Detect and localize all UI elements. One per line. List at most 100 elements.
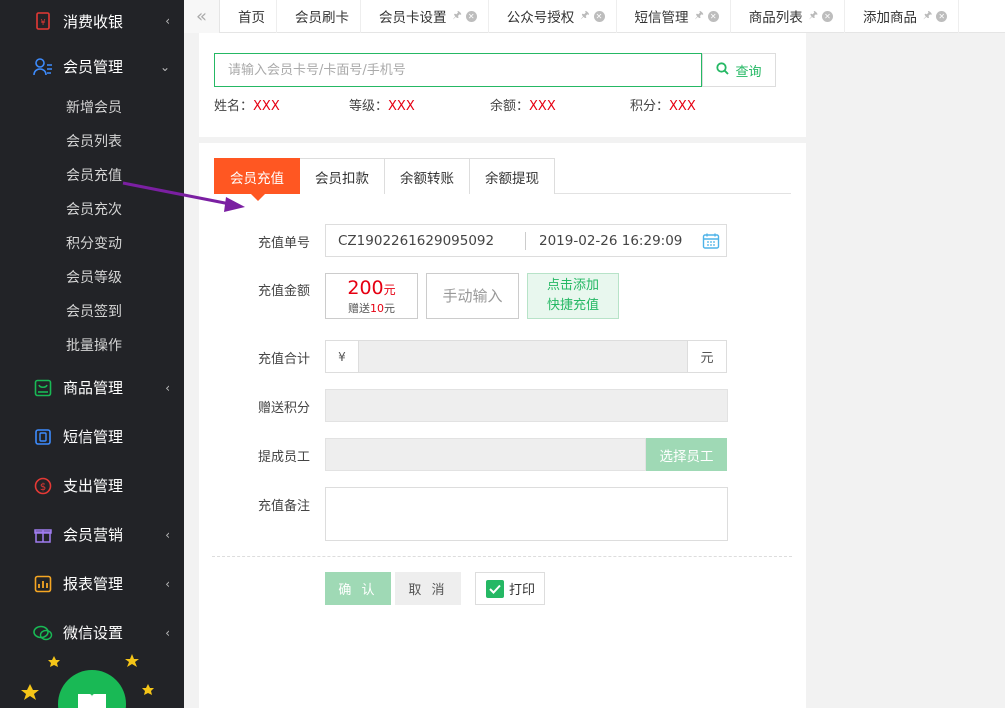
- sidebar-group-expense[interactable]: $ 支出管理: [0, 461, 184, 510]
- sidebar-group-label: 短信管理: [63, 428, 124, 446]
- pin-icon[interactable]: 🖈: [580, 8, 589, 25]
- total-unit: 元: [687, 341, 726, 372]
- gift-points-label: 赠送积分: [258, 401, 311, 416]
- tab-member-recharge[interactable]: 会员充值: [214, 158, 300, 201]
- total-label: 充值合计: [258, 352, 311, 367]
- tab-label: 首页: [238, 10, 265, 26]
- svg-text:¥: ¥: [40, 18, 45, 27]
- name-value: XXX: [253, 99, 280, 114]
- pin-icon[interactable]: 🖈: [809, 8, 818, 25]
- close-icon[interactable]: ✕: [465, 10, 477, 22]
- close-icon[interactable]: ✕: [936, 10, 948, 22]
- print-label: 打印: [509, 583, 536, 598]
- tab-bar: « 首页 会员刷卡 会员卡设置 🖈 ✕ 公众号授权 🖈 ✕ 短信管理 🖈 ✕ 商品列表 🖈 ✕ …: [184, 0, 1005, 33]
- sidebar-group-goods[interactable]: 商品管理 ‹: [0, 363, 184, 412]
- member-balance-info: 余额：XXX: [490, 95, 556, 114]
- points-label: 积分：: [630, 99, 670, 114]
- sidebar-item-member-checkin[interactable]: 会员签到: [0, 295, 184, 329]
- balance-label: 余额：: [490, 99, 530, 114]
- gift-icon: [33, 525, 53, 545]
- order-no-field: CZ1902261629095092 2019-02-26 16:29:09: [325, 224, 727, 257]
- confirm-button[interactable]: 确 认: [325, 572, 391, 605]
- tab-label: 公众号授权: [506, 10, 575, 26]
- total-field: ¥ 元: [325, 340, 727, 373]
- total-amount-input: [359, 341, 687, 372]
- sidebar-group-member[interactable]: 会员管理 ⌄: [0, 42, 184, 91]
- sidebar-group-marketing[interactable]: 会员营销 ‹: [0, 510, 184, 559]
- goods-icon: [33, 378, 53, 398]
- sidebar-item-batch-ops[interactable]: 批量操作: [0, 329, 184, 363]
- tab-official-account-auth[interactable]: 公众号授权 🖈 ✕: [489, 0, 617, 33]
- sidebar-item-points-change[interactable]: 积分变动: [0, 227, 184, 261]
- order-datetime-value[interactable]: 2019-02-26 16:29:09: [526, 233, 682, 249]
- tab-add-goods[interactable]: 添加商品 🖈 ✕: [845, 0, 960, 33]
- sidebar-group-label: 消费收银: [63, 12, 124, 31]
- gift-points-input: [325, 389, 728, 422]
- tab-member-deduct[interactable]: 会员扣款: [299, 158, 385, 194]
- sidebar-group-cashier[interactable]: ¥ 消费收银 ‹: [0, 0, 184, 42]
- tab-label: 会员刷卡: [295, 10, 349, 26]
- sidebar-group-sms[interactable]: 短信管理: [0, 412, 184, 461]
- points-value: XXX: [669, 99, 696, 114]
- member-search-input[interactable]: [215, 54, 701, 86]
- level-value: XXX: [388, 99, 415, 114]
- staff-label: 提成员工: [258, 450, 311, 465]
- cashier-icon: ¥: [33, 11, 53, 31]
- search-button[interactable]: 查询: [702, 53, 776, 87]
- sidebar-group-label: 会员管理: [63, 58, 124, 76]
- tab-label: 商品列表: [748, 10, 803, 26]
- chevron-left-icon: ‹: [165, 625, 170, 640]
- tab-balance-withdraw[interactable]: 余额提现: [469, 158, 555, 194]
- print-checkbox[interactable]: 打印: [475, 572, 545, 605]
- tab-goods-list[interactable]: 商品列表 🖈 ✕: [731, 0, 845, 33]
- balance-value: XXX: [529, 99, 556, 114]
- gift-amount: 10: [370, 302, 384, 315]
- sidebar-group-report[interactable]: 报表管理 ‹: [0, 559, 184, 608]
- wechat-icon: [33, 623, 53, 643]
- checkmark-icon: [486, 579, 504, 598]
- select-staff-button[interactable]: 选择员工: [646, 438, 727, 471]
- close-icon[interactable]: ✕: [707, 10, 719, 22]
- sidebar-item-add-member[interactable]: 新增会员: [0, 91, 184, 125]
- chevron-down-icon: ⌄: [159, 59, 170, 74]
- pin-icon[interactable]: 🖈: [695, 8, 704, 25]
- remark-textarea[interactable]: [325, 487, 728, 541]
- level-label: 等级：: [349, 99, 389, 114]
- tab-home[interactable]: 首页: [220, 0, 277, 33]
- tab-member-card-swipe[interactable]: 会员刷卡: [277, 0, 361, 33]
- sidebar-group-label: 微信设置: [63, 624, 124, 642]
- tab-label: 会员卡设置: [379, 10, 447, 26]
- sidebar: ¥ 消费收银 ‹ 会员管理 ⌄ 新增会员 会员列表 会员充值 会员充次 积分变动…: [0, 0, 184, 708]
- sms-icon: [33, 427, 53, 447]
- calendar-icon[interactable]: [702, 232, 720, 250]
- pin-icon[interactable]: 🖈: [923, 8, 932, 25]
- order-no-value: CZ1902261629095092: [326, 231, 526, 250]
- close-icon[interactable]: ✕: [593, 10, 605, 22]
- sidebar-item-member-recharge[interactable]: 会员充值: [0, 159, 184, 193]
- member-search-panel: 查询 姓名：XXX 等级：XXX 余额：XXX 积分：XXX: [199, 33, 806, 137]
- member-points-info: 积分：XXX: [630, 95, 696, 114]
- sidebar-item-member-list[interactable]: 会员列表: [0, 125, 184, 159]
- cancel-button[interactable]: 取 消: [395, 572, 461, 605]
- order-no-label: 充值单号: [258, 236, 311, 251]
- tab-scroll-left-button[interactable]: «: [184, 0, 220, 33]
- tab-sms-management[interactable]: 短信管理 🖈 ✕: [617, 0, 731, 33]
- member-icon: [33, 57, 53, 77]
- tab-member-card-settings[interactable]: 会员卡设置 🖈 ✕: [361, 0, 489, 33]
- sidebar-group-label: 商品管理: [63, 379, 124, 397]
- preset-amount-unit: 元: [383, 283, 396, 297]
- manual-input-button[interactable]: 手动输入: [426, 273, 519, 319]
- close-icon[interactable]: ✕: [822, 10, 833, 22]
- add-quick-recharge-button[interactable]: 点击添加 快捷充值: [527, 273, 619, 319]
- svg-text:$: $: [40, 482, 46, 493]
- tab-balance-transfer[interactable]: 余额转账: [384, 158, 470, 194]
- expense-icon: $: [33, 476, 53, 496]
- gift-prefix: 赠送: [348, 302, 370, 315]
- preset-amount-button[interactable]: 200元 赠送10元: [325, 273, 418, 319]
- sidebar-item-member-level[interactable]: 会员等级: [0, 261, 184, 295]
- pin-icon[interactable]: 🖈: [453, 8, 462, 25]
- sidebar-item-member-times[interactable]: 会员充次: [0, 193, 184, 227]
- chevron-left-icon: ‹: [165, 14, 170, 28]
- chevron-left-icon: ‹: [165, 576, 170, 591]
- currency-symbol: ¥: [326, 341, 359, 372]
